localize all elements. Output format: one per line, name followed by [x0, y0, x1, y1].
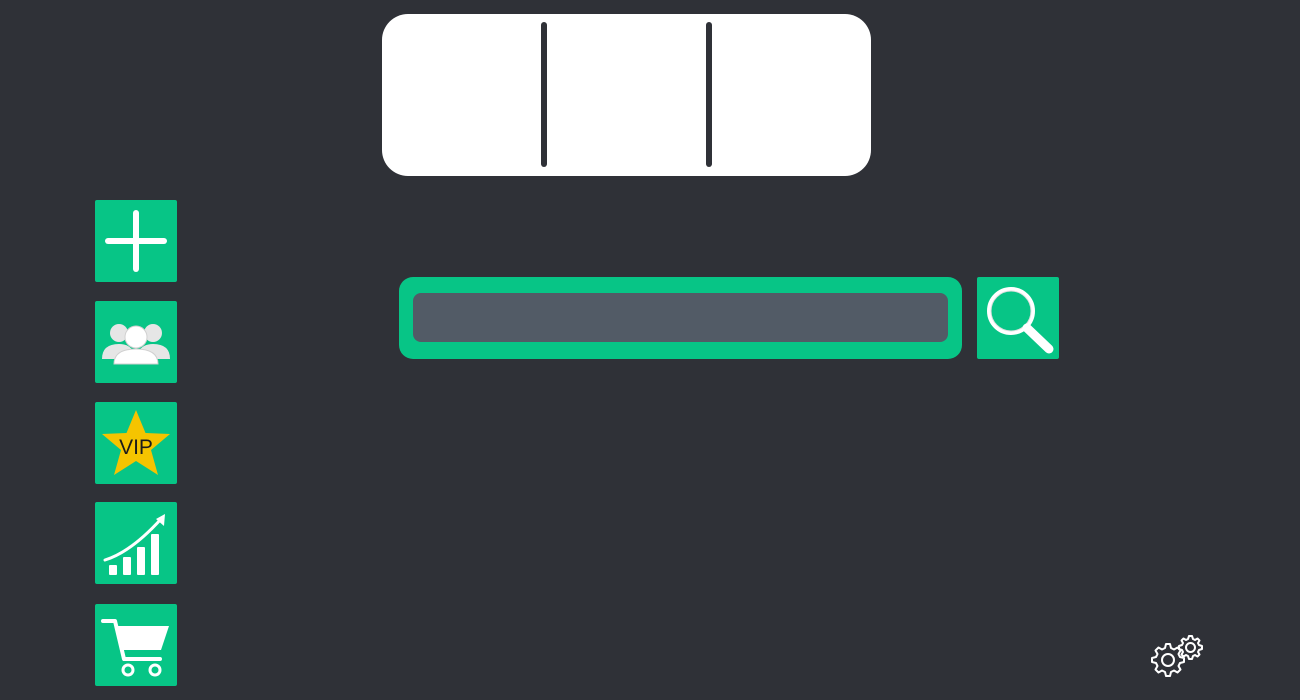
users-button[interactable]: [95, 301, 177, 383]
growth-chart-icon: [103, 514, 165, 575]
app-screen: VIP: [0, 0, 1300, 700]
shopping-cart-icon: [101, 619, 169, 677]
top-panel: [382, 14, 871, 176]
vip-star-icon: VIP: [102, 410, 170, 475]
gears-icon: [1151, 635, 1203, 677]
stats-button[interactable]: [95, 502, 177, 584]
settings-button[interactable]: [1148, 634, 1208, 684]
cart-button[interactable]: [95, 604, 177, 686]
vip-badge-text: VIP: [119, 436, 153, 459]
panel-divider-left: [541, 22, 547, 167]
plus-icon: [105, 210, 167, 272]
users-group-icon: [102, 324, 170, 365]
search-icon: [987, 287, 1054, 354]
vip-button[interactable]: VIP: [95, 402, 177, 484]
add-button[interactable]: [95, 200, 177, 282]
panel-divider-right: [706, 22, 712, 167]
search-bar: [399, 277, 962, 359]
search-input[interactable]: [413, 293, 948, 342]
search-button[interactable]: [977, 277, 1059, 359]
